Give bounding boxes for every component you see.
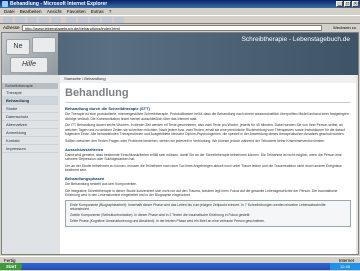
section-heading: Behandlungsphasen (65, 175, 105, 181)
sidebar-item-impressum[interactable]: Impressum (2, 145, 58, 153)
site-title: Schreibtherapie - Lebenstagebuch.de (241, 36, 350, 43)
home-icon[interactable] (51, 17, 61, 23)
forward-icon[interactable] (15, 17, 25, 23)
taskbar: Start 12:45 (0, 263, 360, 270)
close-button[interactable]: × (352, 1, 359, 7)
paragraph: Die ITT Behandlung dauert sechs Wochen. … (65, 123, 345, 137)
list-item: Dritte Phase (Kognitive Umstrukturierung… (70, 218, 266, 223)
go-button[interactable]: Wechseln zu (333, 25, 356, 31)
paragraph: Die integrative Schreibtherapie in diese… (65, 188, 338, 198)
sidebar-item-kontakt[interactable]: Kontakt (2, 137, 58, 145)
paragraph: Um an der Studie teilnehmen zu können, m… (65, 163, 342, 173)
paragraph: Damit wird gemeint, dass bestimmte Einsc… (65, 152, 342, 162)
mail-icon[interactable] (102, 17, 112, 23)
key-help: Hilfe (10, 57, 48, 73)
refresh-icon[interactable] (39, 17, 49, 23)
menu-favorites[interactable]: Favoriten (67, 9, 86, 14)
stop-icon[interactable] (27, 17, 37, 23)
address-input[interactable]: http://www.lebenstagebuch.de/behandlung/… (22, 25, 322, 31)
sidebar-nav: Schreibtherapie Therapie Behandlung Stud… (2, 83, 58, 254)
sidebar-item-anmeldung[interactable]: Anmeldung (2, 129, 58, 137)
clock: 12:45 (330, 263, 360, 270)
toolbar (0, 15, 360, 24)
main-content: Behandlung Behandlung durch die Schreibt… (60, 83, 356, 254)
list-item: Erste Komponente (Biographiearbeit): Inn… (70, 202, 326, 212)
keyboard-image: Ne Hilfe (2, 33, 58, 75)
sidebar-item-studie[interactable]: Studie (2, 105, 58, 113)
web-page: Ne Hilfe Schreibtherapie - Lebenstagebuc… (1, 32, 359, 255)
ie-icon (2, 1, 8, 7)
section-heading: Ausschlusskriterien (65, 146, 104, 152)
phases-box: Erste Komponente (Biographiearbeit): Inn… (65, 199, 351, 228)
window-title: Behandlung - Microsoft Internet Explorer (10, 1, 108, 7)
address-bar: Adresse http://www.lebenstagebuch.de/beh… (0, 24, 360, 32)
favorites-icon[interactable] (78, 17, 88, 23)
menu-edit[interactable]: Bearbeiten (20, 9, 42, 14)
sidebar-item-alternativen[interactable]: Alternativen (2, 121, 58, 129)
print-icon[interactable] (114, 17, 124, 23)
paragraph: Die Therapie ist eine protokollierte, in… (65, 112, 349, 121)
list-item: Zweite Komponente (Selbstkonfrontation):… (70, 212, 251, 217)
section-heading: Behandlung durch die Schreibtherapie (ST… (65, 106, 150, 111)
address-label: Adresse (3, 25, 20, 30)
maximize-button[interactable]: □ (344, 1, 351, 7)
key-top: Ne (6, 39, 30, 55)
title-divider (65, 102, 351, 103)
history-icon[interactable] (90, 17, 100, 23)
window-controls: _ □ × (336, 1, 359, 7)
breadcrumb[interactable]: Startseite / Behandlung (60, 75, 356, 83)
search-icon[interactable] (66, 17, 76, 23)
page-title: Behandlung (65, 87, 129, 99)
window-title-bar: Behandlung - Microsoft Internet Explorer… (0, 0, 360, 8)
menu-file[interactable]: Datei (4, 9, 15, 14)
menu-bar: Datei Bearbeiten Ansicht Favoriten Extra… (0, 8, 360, 15)
key-blank (32, 37, 56, 53)
paragraph: Sollten zwischen den Texten Fragen oder … (65, 138, 326, 143)
site-banner: Ne Hilfe Schreibtherapie - Lebenstagebuc… (2, 33, 358, 75)
menu-help[interactable]: ? (109, 9, 112, 14)
sidebar-item-datenschutz[interactable]: Datenschutz (2, 113, 58, 121)
menu-tools[interactable]: Extras (91, 9, 104, 14)
menu-view[interactable]: Ansicht (47, 9, 62, 14)
sidebar-item-therapie[interactable]: Therapie (2, 89, 58, 97)
sidebar-item-behandlung[interactable]: Behandlung (2, 97, 58, 105)
back-icon[interactable] (3, 17, 13, 23)
minimize-button[interactable]: _ (336, 1, 343, 7)
start-button[interactable]: Start (0, 263, 22, 270)
paragraph: Die Behandlung besteht aus drei Komponen… (65, 181, 138, 186)
